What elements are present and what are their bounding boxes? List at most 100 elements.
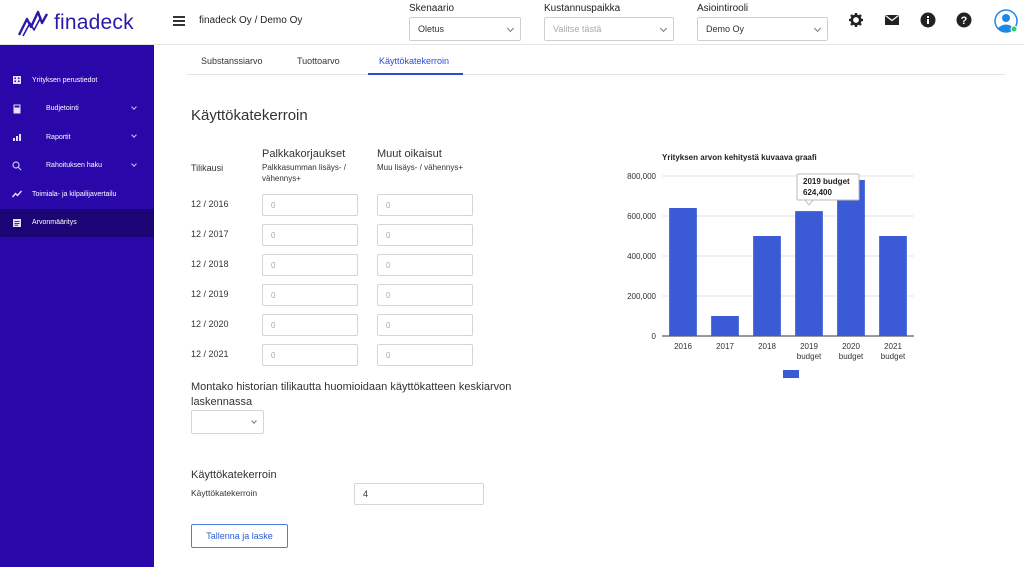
tab-substance-value[interactable]: Substanssiarvo — [201, 56, 263, 66]
menu-toggle-icon[interactable] — [173, 16, 185, 26]
other-adjustment-input[interactable]: 0 — [377, 254, 473, 276]
salary-adjustments-header: Palkkakorjaukset — [262, 148, 346, 160]
period-label: 12 / 2019 — [191, 289, 229, 299]
period-label: 12 / 2017 — [191, 229, 229, 239]
x-tick-label: 2016 — [674, 342, 692, 351]
cost-center-label: Kustannuspaikka — [544, 3, 621, 14]
scenario-select[interactable]: Oletus — [409, 17, 521, 41]
save-and-calculate-button[interactable]: Tallenna ja laske — [191, 524, 288, 548]
chart-bar — [795, 211, 823, 336]
search-icon — [12, 161, 22, 171]
role-select-group: Asiointirooli Demo Oy — [697, 3, 828, 41]
x-tick-label: 2021 — [884, 342, 902, 351]
other-adjustment-input[interactable]: 0 — [377, 314, 473, 336]
chevron-down-icon — [813, 24, 822, 33]
salary-adjustment-input[interactable]: 0 — [262, 194, 358, 216]
chart-bar — [669, 208, 697, 336]
tooltip-pointer — [803, 199, 815, 206]
tab-bar: Substanssiarvo Tuottoarvo Käyttökatekerr… — [187, 45, 1005, 75]
x-tick-label: budget — [839, 352, 864, 361]
company-breadcrumb: finadeck Oy / Demo Oy — [199, 15, 303, 26]
salary-adjustment-input[interactable]: 0 — [262, 284, 358, 306]
y-tick-label: 0 — [652, 332, 657, 341]
sidebar-item-label: Yrityksen perustiedot — [32, 76, 98, 84]
chart-canvas: 0 200,000 400,000 600,000 800,000 2016 2017 201… — [627, 172, 914, 378]
period-label: 12 / 2016 — [191, 199, 229, 209]
role-label: Asiointirooli — [697, 3, 749, 14]
tab-ebitda-multiplier[interactable]: Käyttökatekerroin — [379, 56, 449, 66]
chart-bar — [711, 316, 739, 336]
cost-center-select-group: Kustannuspaikka Valitse tästä — [544, 3, 674, 41]
history-periods-select[interactable] — [191, 410, 264, 434]
top-bar: finadeck finadeck Oy / Demo Oy Skenaario… — [0, 0, 1024, 45]
sidebar-item-company-info[interactable]: Yrityksen perustiedot — [0, 66, 154, 95]
salary-adjustment-input[interactable]: 0 — [262, 224, 358, 246]
sidebar-item-label: Budjetointi — [46, 105, 79, 113]
page-title: Käyttökatekerroin — [191, 107, 308, 124]
role-select[interactable]: Demo Oy — [697, 17, 828, 41]
chevron-down-icon — [251, 418, 257, 424]
period-label: 12 / 2018 — [191, 259, 229, 269]
history-periods-question: Montako historian tilikautta huomioidaan… — [191, 381, 512, 408]
y-tick-label: 200,000 — [627, 292, 656, 301]
chevron-down-icon — [131, 132, 137, 138]
other-adjustment-input[interactable]: 0 — [377, 194, 473, 216]
chevron-down-icon — [131, 160, 137, 167]
sidebar-item-industry-comparison[interactable]: Toimiala- ja kilpailijavertailu — [0, 180, 154, 209]
x-tick-label: 2017 — [716, 342, 734, 351]
chevron-down-icon — [131, 103, 137, 110]
sidebar-item-funding-search[interactable]: Rahoituksen haku — [0, 152, 154, 181]
active-tab-indicator — [368, 73, 463, 75]
tab-return-value[interactable]: Tuottoarvo — [297, 56, 340, 66]
multiplier-input[interactable]: 4 — [354, 483, 484, 505]
trend-icon — [12, 190, 22, 198]
other-adjustments-subheader: Muu lisäys- / vähennys+ — [377, 163, 464, 172]
tooltip-value: 624,400 — [803, 188, 832, 197]
sidebar-item-label: Rahoituksen haku — [46, 162, 103, 170]
y-tick-label: 400,000 — [627, 252, 656, 261]
other-adjustments-header: Muut oikaisut — [377, 148, 442, 160]
x-tick-label: 2019 — [800, 342, 818, 351]
period-column-header: Tilikausi — [191, 163, 224, 173]
sidebar-item-valuation[interactable]: Arvonmääritys — [0, 208, 154, 237]
x-tick-label: 2018 — [758, 342, 776, 351]
scenario-select-group: Skenaario Oletus — [409, 3, 521, 41]
salary-adjustment-input[interactable]: 0 — [262, 344, 358, 366]
info-icon[interactable] — [920, 12, 936, 28]
y-tick-label: 800,000 — [627, 172, 656, 181]
salary-adjustment-input[interactable]: 0 — [262, 254, 358, 276]
calculator-icon — [13, 104, 21, 114]
salary-adjustments-subheader: Palkkasumman lisäys- / vähennys+ — [262, 163, 347, 183]
other-adjustment-input[interactable]: 0 — [377, 344, 473, 366]
avatar-icon[interactable] — [994, 9, 1018, 33]
sidebar-item-budgeting[interactable]: Budjetointi — [0, 95, 154, 124]
chevron-down-icon — [506, 24, 515, 33]
sidebar: Yrityksen perustiedot Budjetointi Raport… — [0, 45, 154, 567]
mail-icon[interactable] — [884, 12, 900, 28]
period-label: 12 / 2021 — [191, 349, 229, 359]
building-icon — [13, 76, 21, 85]
gear-icon[interactable] — [848, 12, 864, 28]
chart-bar — [837, 180, 865, 336]
sidebar-item-label: Arvonmääritys — [32, 219, 77, 227]
other-adjustment-input[interactable]: 0 — [377, 224, 473, 246]
multiplier-section-title: Käyttökatekerroin — [191, 469, 277, 481]
sidebar-item-label: Toimiala- ja kilpailijavertailu — [32, 190, 117, 198]
sidebar-item-label: Raportit — [46, 133, 71, 141]
finadeck-logo-icon — [18, 10, 48, 37]
cost-center-select[interactable]: Valitse tästä — [544, 17, 674, 41]
help-icon[interactable]: ? — [956, 12, 972, 28]
sidebar-item-reports[interactable]: Raportit — [0, 123, 154, 152]
tooltip-category: 2019 budget — [803, 177, 850, 186]
y-tick-label: 600,000 — [627, 212, 656, 221]
brand-logo[interactable]: finadeck — [18, 8, 134, 38]
chevron-down-icon — [659, 24, 668, 33]
scenario-label: Skenaario — [409, 3, 455, 14]
salary-adjustment-input[interactable]: 0 — [262, 314, 358, 336]
svg-text:?: ? — [961, 15, 968, 27]
x-tick-label: budget — [881, 352, 906, 361]
chart-bar — [753, 236, 781, 336]
bar-chart-icon — [13, 134, 21, 142]
chart-bar — [879, 236, 907, 336]
other-adjustment-input[interactable]: 0 — [377, 284, 473, 306]
